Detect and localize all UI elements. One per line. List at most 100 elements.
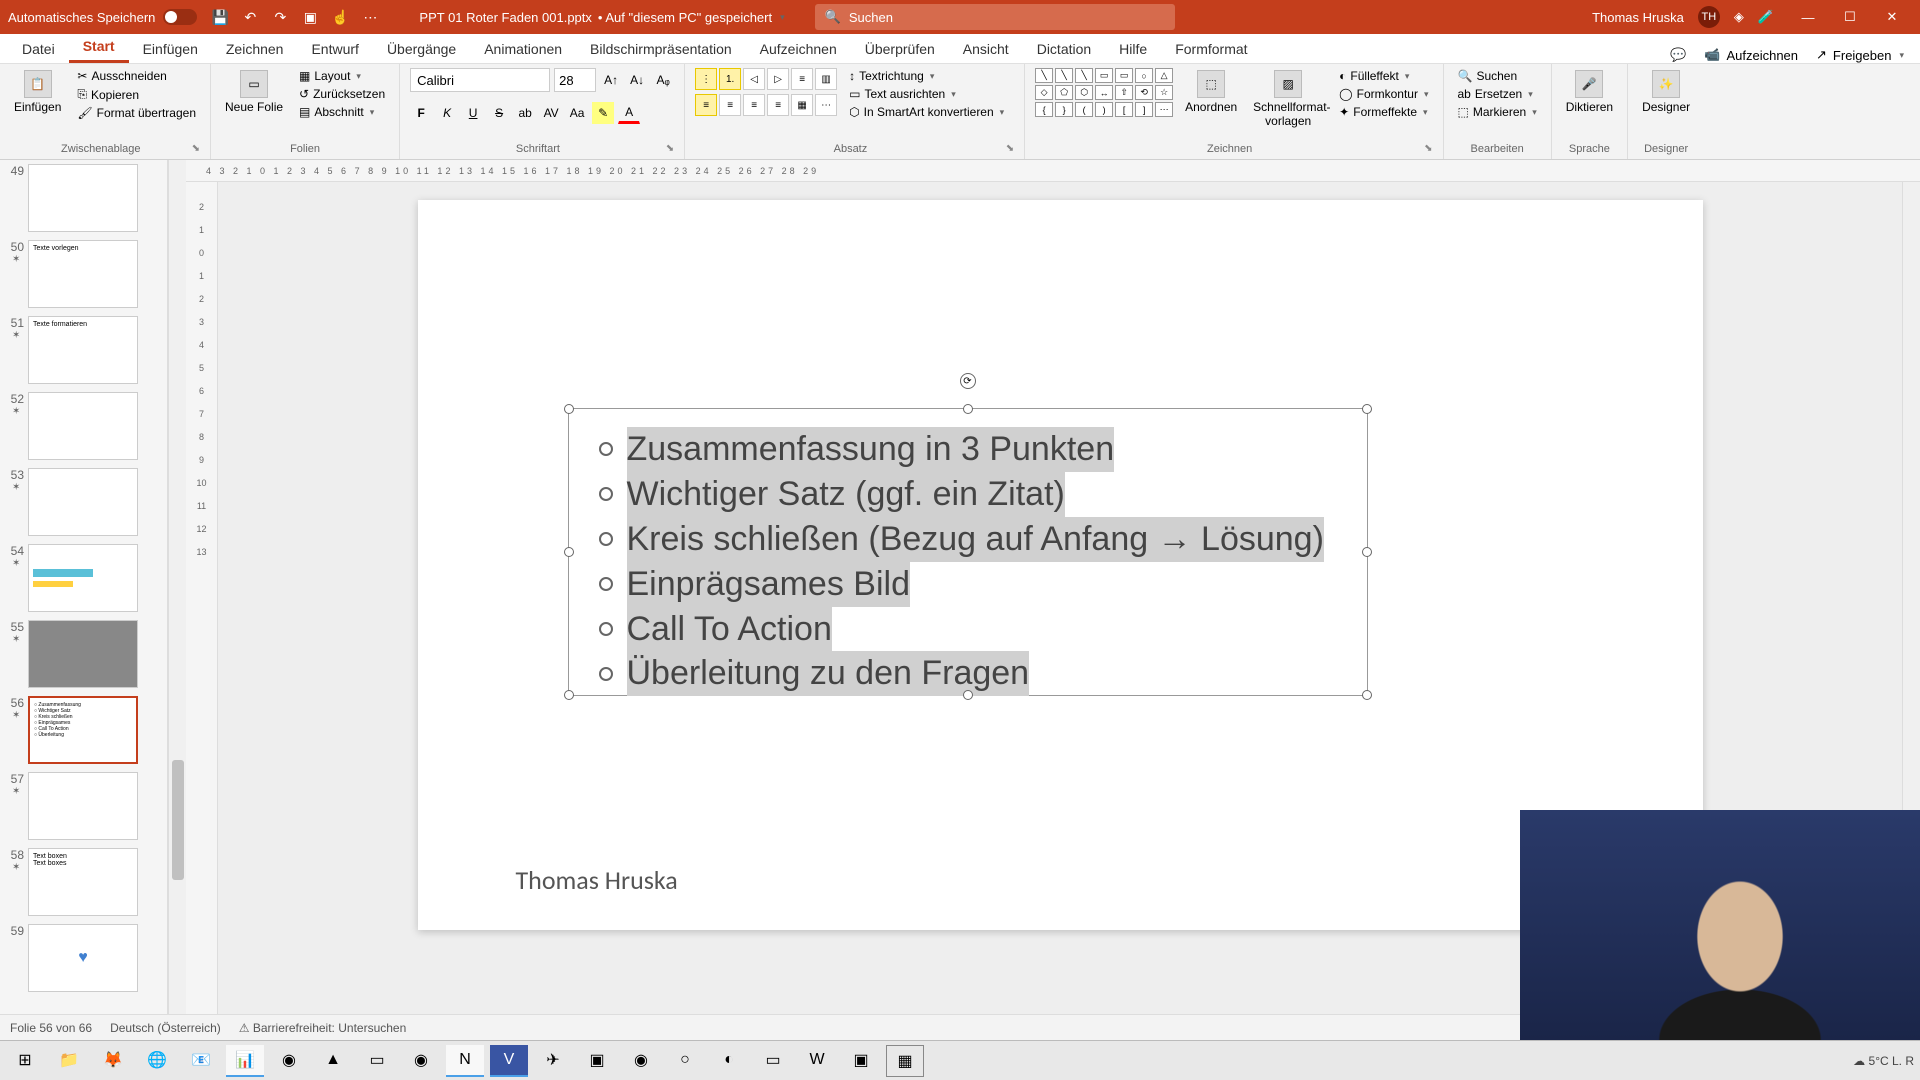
effects-button[interactable]: ✦Formeffekte▾ (1335, 104, 1432, 120)
thumb-scrollbar[interactable] (168, 160, 186, 1014)
app5-icon[interactable]: ○ (666, 1045, 704, 1077)
text-direction-button[interactable]: ↕Textrichtung▾ (845, 68, 1008, 84)
new-slide-button[interactable]: ▭ Neue Folie (221, 68, 287, 116)
thumbnail-53[interactable] (28, 468, 138, 536)
columns-button[interactable]: ▥ (815, 68, 837, 90)
decrease-font-button[interactable]: A↓ (626, 69, 648, 91)
calc-icon[interactable]: ▦ (886, 1045, 924, 1077)
obs-icon[interactable]: ◉ (622, 1045, 660, 1077)
columns2-button[interactable]: ▦ (791, 94, 813, 116)
shape-line[interactable]: ╲ (1035, 68, 1053, 83)
bullet-item-3[interactable]: Kreis schließen (Bezug auf Anfang → Lösu… (599, 517, 1337, 562)
drawing-launcher[interactable]: ⬊ (1424, 143, 1432, 157)
accessibility-checker[interactable]: ⚠ Barrierefreiheit: Untersuchen (239, 1021, 407, 1035)
save-icon[interactable]: 💾 (211, 8, 229, 26)
dictate-button[interactable]: 🎤Diktieren (1562, 68, 1617, 116)
minimize-button[interactable]: — (1788, 3, 1828, 31)
tab-dictation[interactable]: Dictation (1023, 35, 1105, 63)
font-size-select[interactable]: 28 (554, 68, 596, 92)
bold-button[interactable]: F (410, 102, 432, 124)
app2-icon[interactable]: ▭ (358, 1045, 396, 1077)
app4-icon[interactable]: ▣ (578, 1045, 616, 1077)
font-color-button[interactable]: A (618, 102, 640, 124)
handle-bl[interactable] (564, 690, 574, 700)
increase-font-button[interactable]: A↑ (600, 69, 622, 91)
tab-animationen[interactable]: Animationen (470, 35, 576, 63)
bullet-item-1[interactable]: Zusammenfassung in 3 Punkten (599, 427, 1337, 472)
handle-tl[interactable] (564, 404, 574, 414)
italic-button[interactable]: K (436, 102, 458, 124)
telegram-icon[interactable]: ✈ (534, 1045, 572, 1077)
experiment-icon[interactable]: 🧪 (1758, 9, 1774, 25)
weather-widget[interactable]: ☁ 5°C L. R (1853, 1054, 1914, 1068)
tab-ueberpruefen[interactable]: Überprüfen (851, 35, 949, 63)
reset-button[interactable]: ↺Zurücksetzen (295, 86, 389, 102)
increase-indent-button[interactable]: ▷ (767, 68, 789, 90)
handle-br[interactable] (1362, 690, 1372, 700)
handle-tc[interactable] (963, 404, 973, 414)
tab-start[interactable]: Start (69, 32, 129, 63)
section-button[interactable]: ▤Abschnitt▾ (295, 104, 389, 120)
word-icon[interactable]: W (798, 1045, 836, 1077)
powerpoint-icon[interactable]: 📊 (226, 1045, 264, 1077)
format-painter-button[interactable]: 🖌Format übertragen (73, 105, 200, 121)
outlook-icon[interactable]: 📧 (182, 1045, 220, 1077)
bullet-item-2[interactable]: Wichtiger Satz (ggf. ein Zitat) (599, 472, 1337, 517)
justify-button[interactable]: ≡ (767, 94, 789, 116)
slide-thumbnail-pane[interactable]: 49 50✶Texte vorlegen 51✶Texte formatiere… (0, 160, 168, 1014)
bullets-button[interactable]: ⋮ (695, 68, 717, 90)
slide-counter[interactable]: Folie 56 von 66 (10, 1021, 92, 1035)
onenote-icon[interactable]: N (446, 1045, 484, 1077)
app-icon[interactable]: ◉ (270, 1045, 308, 1077)
doc-dropdown-icon[interactable]: ▾ (780, 12, 785, 23)
designer-button[interactable]: ✨Designer (1638, 68, 1694, 116)
tab-hilfe[interactable]: Hilfe (1105, 35, 1161, 63)
tab-einfuegen[interactable]: Einfügen (129, 35, 212, 63)
undo-icon[interactable]: ↶ (241, 8, 259, 26)
outline-button[interactable]: ◯Formkontur▾ (1335, 86, 1432, 102)
font-family-select[interactable]: Calibri (410, 68, 550, 92)
highlight-button[interactable]: ✎ (592, 102, 614, 124)
bullet-item-5[interactable]: Call To Action (599, 607, 1337, 652)
underline-button[interactable]: U (462, 102, 484, 124)
cut-button[interactable]: ✂Ausschneiden (73, 68, 200, 84)
select-button[interactable]: ⬚Markieren▾ (1454, 104, 1541, 120)
tab-uebergaenge[interactable]: Übergänge (373, 35, 470, 63)
qat-more-icon[interactable]: ⋯ (361, 8, 379, 26)
case-button[interactable]: Aa (566, 102, 588, 124)
close-button[interactable]: ✕ (1872, 3, 1912, 31)
thumbnail-54[interactable] (28, 544, 138, 612)
quick-styles-button[interactable]: ▨Schnellformat-vorlagen (1249, 68, 1327, 130)
language-indicator[interactable]: Deutsch (Österreich) (110, 1021, 221, 1035)
app6-icon[interactable]: ◐ (710, 1045, 748, 1077)
decrease-indent-button[interactable]: ◁ (743, 68, 765, 90)
thumbnail-49[interactable] (28, 164, 138, 232)
arrange-button[interactable]: ⬚Anordnen (1181, 68, 1241, 116)
handle-ml[interactable] (564, 547, 574, 557)
thumbnail-50[interactable]: Texte vorlegen (28, 240, 138, 308)
clipboard-launcher[interactable]: ⬊ (192, 143, 200, 157)
present-icon[interactable]: ▣ (301, 8, 319, 26)
align-center-button[interactable]: ≡ (719, 94, 741, 116)
content-textbox[interactable]: ⟳ Zusammenfassung in 3 Punkten Wichtiger… (568, 408, 1368, 696)
thumbnail-52[interactable] (28, 392, 138, 460)
redo-icon[interactable]: ↷ (271, 8, 289, 26)
slide-canvas[interactable]: ⟳ Zusammenfassung in 3 Punkten Wichtiger… (418, 200, 1703, 930)
copy-button[interactable]: ⎘Kopieren (73, 86, 200, 103)
user-avatar[interactable]: TH (1698, 6, 1720, 28)
vlc-icon[interactable]: ▲ (314, 1045, 352, 1077)
line-spacing-button[interactable]: ≡ (791, 68, 813, 90)
comments-icon[interactable]: 💬 (1670, 47, 1686, 63)
explorer-icon[interactable]: 📁 (50, 1045, 88, 1077)
start-button[interactable]: ⊞ (6, 1045, 44, 1077)
spacing-button[interactable]: AV (540, 102, 562, 124)
replace-button[interactable]: abErsetzen▾ (1454, 86, 1541, 102)
tab-zeichnen[interactable]: Zeichnen (212, 35, 298, 63)
fill-button[interactable]: ◐Fülleffekt▾ (1335, 68, 1432, 84)
handle-bc[interactable] (963, 690, 973, 700)
handle-tr[interactable] (1362, 404, 1372, 414)
more-para-button[interactable]: ⋯ (815, 94, 837, 116)
chrome-icon[interactable]: 🌐 (138, 1045, 176, 1077)
tab-datei[interactable]: Datei (8, 35, 69, 63)
shadow-button[interactable]: ab (514, 102, 536, 124)
